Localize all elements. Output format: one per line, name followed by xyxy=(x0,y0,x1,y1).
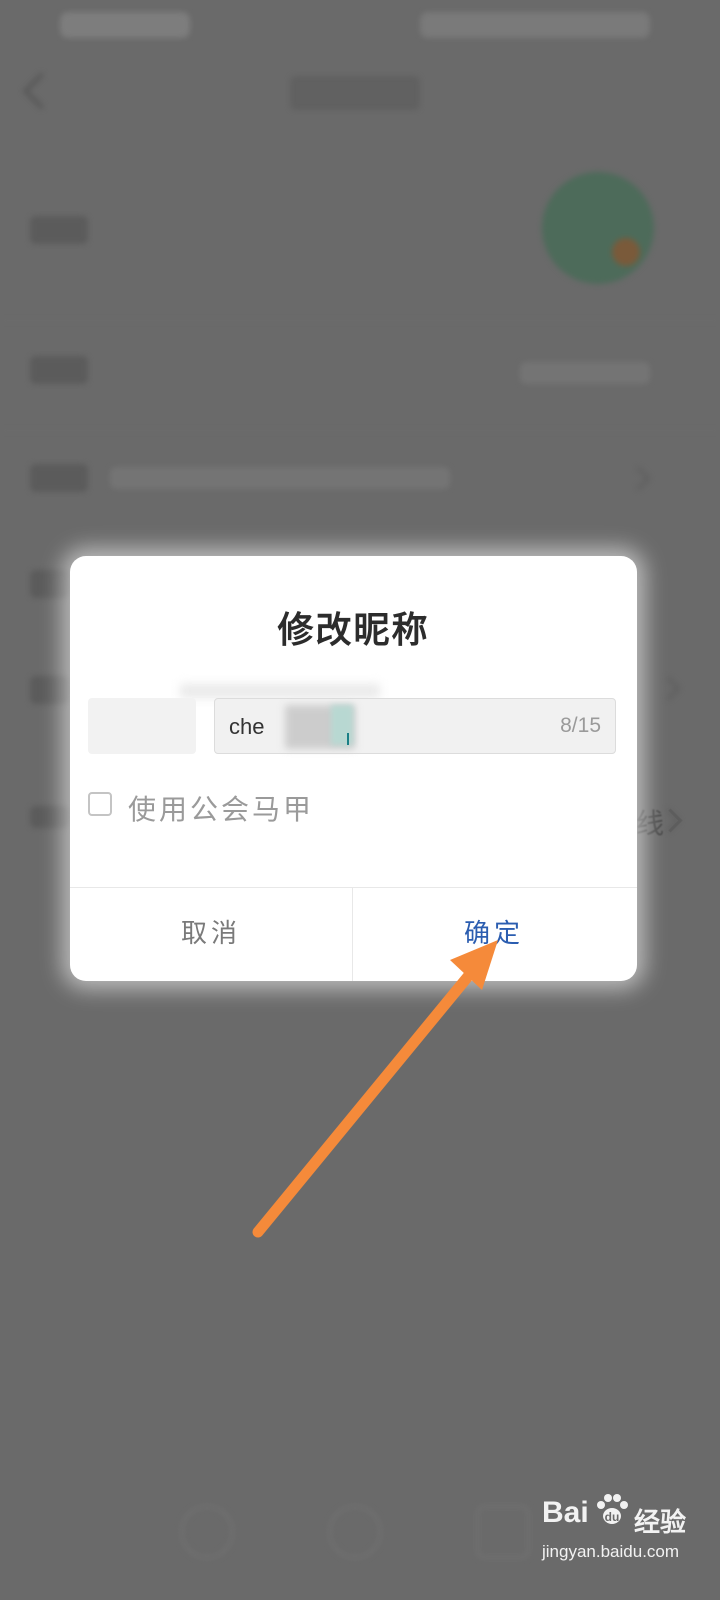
redaction-blur xyxy=(180,684,380,698)
background-row-label xyxy=(30,356,88,384)
guild-prefix-field xyxy=(88,698,196,754)
avatar-badge xyxy=(612,238,640,266)
background-row-label xyxy=(30,570,70,598)
text-cursor xyxy=(347,733,349,745)
nickname-input[interactable]: che 8/15 xyxy=(214,698,616,754)
chevron-right-icon xyxy=(626,466,651,491)
row-divider xyxy=(0,320,720,321)
nav-home-icon xyxy=(328,1505,382,1559)
background-row-label xyxy=(30,806,70,828)
background-row-value xyxy=(520,362,650,384)
background-row-value xyxy=(110,467,450,489)
background-row-label xyxy=(30,216,88,244)
nav-back-icon xyxy=(180,1505,234,1559)
chevron-right-icon xyxy=(656,676,681,701)
background-row-label xyxy=(30,464,88,492)
confirm-button[interactable]: 确定 xyxy=(353,888,635,981)
status-bar-left-icons xyxy=(60,12,190,38)
edit-nickname-dialog: 修改昵称 che 8/15 使用公会马甲 取消 确定 xyxy=(70,556,637,981)
nav-recents-icon xyxy=(476,1505,530,1559)
char-counter: 8/15 xyxy=(560,714,601,737)
avatar xyxy=(542,172,654,284)
baidu-jingyan-watermark: Bai du 经验 jingyan.baidu.com xyxy=(542,1490,712,1580)
watermark-url: jingyan.baidu.com xyxy=(542,1542,680,1561)
cancel-button[interactable]: 取消 xyxy=(70,888,352,981)
background-row-label xyxy=(30,676,70,704)
status-bar-right-icons xyxy=(420,12,650,38)
back-arrow-icon xyxy=(22,72,60,110)
use-guild-alias-checkbox[interactable] xyxy=(88,792,112,816)
paw-icon: du xyxy=(597,1494,628,1524)
svg-text:du: du xyxy=(605,1510,620,1524)
redaction-blur xyxy=(331,705,353,745)
dialog-title: 修改昵称 xyxy=(277,609,430,651)
watermark-brand: Bai xyxy=(542,1496,589,1529)
row-divider xyxy=(0,430,720,431)
nickname-value: che xyxy=(229,714,265,739)
watermark-suffix: 经验 xyxy=(634,1508,687,1538)
use-guild-alias-label: 使用公会马甲 xyxy=(128,793,315,826)
background-page-title xyxy=(290,76,420,110)
status-bar xyxy=(0,0,720,50)
